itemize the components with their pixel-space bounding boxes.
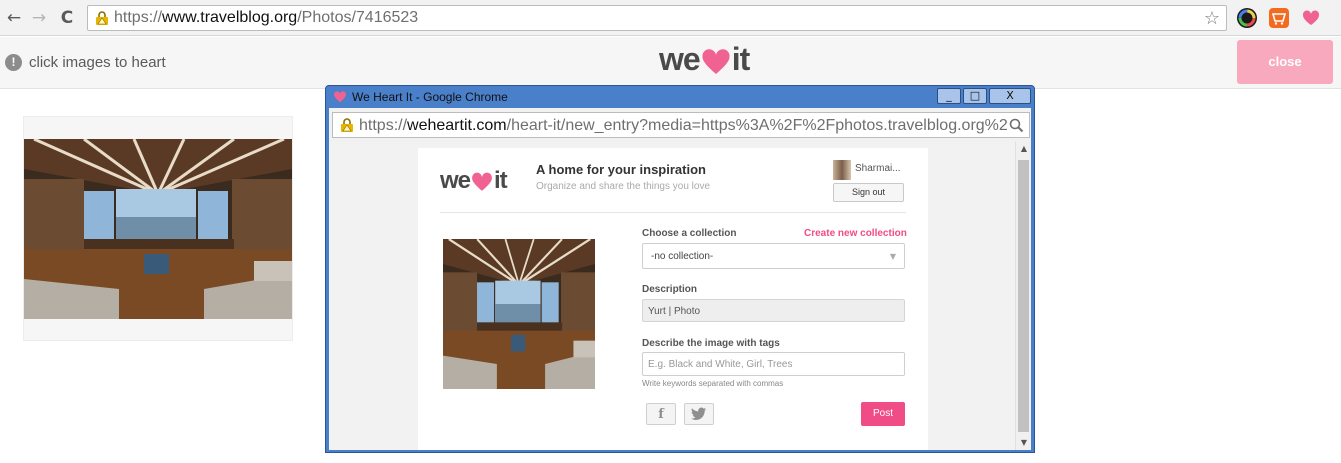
heart-it-popup-window: We Heart It - Google Chrome _ □ X https:… — [325, 85, 1035, 453]
popup-url-prefix: https:// — [359, 117, 408, 134]
back-button[interactable]: ← — [4, 8, 24, 28]
user-name[interactable]: Sharmai... — [855, 163, 901, 174]
url-path: /Photos/7416523 — [297, 9, 419, 26]
description-label: Description — [642, 284, 698, 295]
color-wheel-extension-icon[interactable] — [1237, 8, 1257, 28]
form-logo-we: we — [440, 167, 471, 194]
weheartit-logo: we it — [659, 41, 751, 78]
browser-window: ← → C https://www.travelblog.org/Photos/… — [0, 0, 1341, 463]
subtagline: Organize and share the things you love — [536, 181, 710, 192]
sign-out-button[interactable]: Sign out — [833, 183, 904, 202]
create-collection-link[interactable]: Create new collection — [804, 228, 907, 239]
scroll-thumb[interactable] — [1018, 160, 1029, 432]
collection-label: Choose a collection — [642, 228, 737, 239]
popup-content: we it A home for your inspiration Organiz… — [329, 142, 1031, 450]
tags-input[interactable] — [642, 352, 905, 376]
insecure-lock-icon — [96, 11, 108, 25]
info-icon: ! — [5, 54, 22, 71]
logo-we: we — [659, 41, 701, 77]
heart-it-form-panel: we it A home for your inspiration Organiz… — [418, 148, 928, 450]
facebook-icon: f — [658, 407, 664, 422]
maximize-button[interactable]: □ — [963, 88, 987, 104]
form-logo-it: it — [494, 167, 508, 194]
browser-toolbar: ← → C https://www.travelblog.org/Photos/… — [0, 0, 1341, 36]
hint-text: click images to heart — [29, 54, 166, 71]
collection-select[interactable]: -no collection- ▼ — [642, 243, 905, 269]
tags-help-text: Write keywords separated with commas — [642, 379, 784, 388]
address-bar[interactable]: https://www.travelblog.org/Photos/741652… — [87, 5, 1227, 31]
logo-it: it — [731, 41, 751, 77]
forward-button[interactable]: → — [29, 8, 49, 28]
popup-heart-icon — [333, 91, 347, 103]
scroll-down-arrow-icon[interactable]: ▼ — [1016, 436, 1031, 450]
url-domain: www.travelblog.org — [162, 9, 298, 26]
popup-title: We Heart It - Google Chrome — [352, 90, 508, 104]
popup-url-domain: weheartit.com — [407, 117, 507, 134]
shopping-cart-extension-icon[interactable] — [1269, 8, 1289, 28]
window-close-button[interactable]: X — [989, 88, 1031, 104]
bookmark-star-icon[interactable]: ☆ — [1204, 8, 1220, 29]
close-button[interactable]: close — [1237, 40, 1333, 84]
address-text: https://www.travelblog.org/Photos/741652… — [114, 9, 418, 27]
popup-scrollbar[interactable]: ▲ ▼ — [1015, 142, 1031, 450]
twitter-icon — [691, 407, 707, 421]
heart-extension-icon[interactable] — [1301, 8, 1321, 28]
description-field[interactable]: Yurt | Photo — [642, 299, 905, 322]
url-prefix: https:// — [114, 9, 163, 26]
popup-address-bar-area: https://weheartit.com/heart-it/new_entry… — [329, 108, 1031, 142]
form-logo-heart-icon — [472, 172, 492, 191]
popup-address-text: https://weheartit.com/heart-it/new_entry… — [359, 117, 1009, 135]
heart-it-bar: ! click images to heart we it close — [0, 37, 1341, 89]
yurt-photo[interactable] — [24, 139, 292, 319]
popup-url-path: /heart-it/new_entry?media=https%3A%2F%2F… — [506, 117, 1009, 134]
divider — [440, 212, 906, 213]
reload-button[interactable]: C — [57, 8, 77, 28]
minimize-button[interactable]: _ — [937, 88, 961, 104]
twitter-share-button[interactable] — [684, 403, 714, 425]
image-thumbnail-card[interactable] — [23, 116, 293, 341]
facebook-share-button[interactable]: f — [646, 403, 676, 425]
tagline: A home for your inspiration — [536, 162, 706, 177]
scroll-up-arrow-icon[interactable]: ▲ — [1016, 142, 1031, 156]
post-button[interactable]: Post — [861, 402, 905, 426]
description-value: Yurt | Photo — [648, 306, 701, 317]
logo-heart-icon — [702, 48, 730, 74]
tags-label: Describe the image with tags — [642, 338, 780, 349]
form-weheartit-logo: we it — [440, 167, 508, 195]
collection-select-value: -no collection- — [651, 251, 714, 262]
avatar[interactable] — [833, 160, 851, 180]
popup-address-bar[interactable]: https://weheartit.com/heart-it/new_entry… — [332, 112, 1030, 138]
chevron-down-icon: ▼ — [889, 252, 896, 261]
popup-insecure-lock-icon — [341, 118, 353, 132]
zoom-icon[interactable] — [1009, 118, 1024, 133]
selected-image-preview — [443, 239, 595, 389]
